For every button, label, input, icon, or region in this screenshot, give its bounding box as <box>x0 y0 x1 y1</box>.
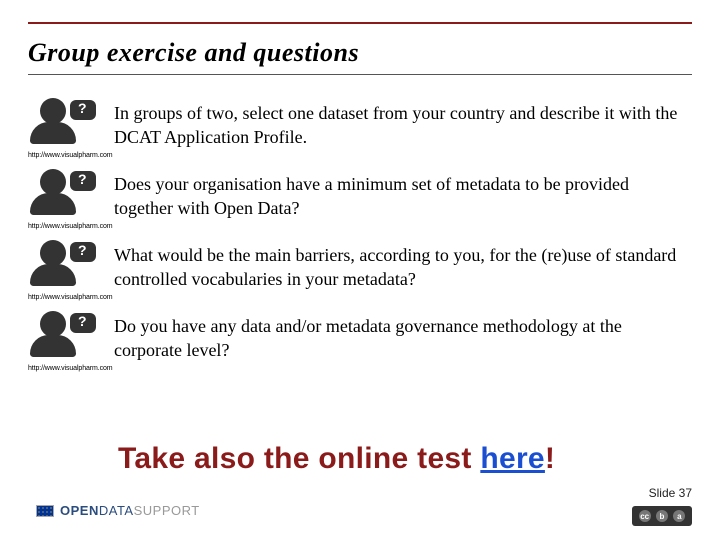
cta-line: Take also the online test here! <box>118 442 692 476</box>
icon-col: ? http://www.visualpharm.com <box>28 238 114 303</box>
cta-suffix: ! <box>545 442 555 475</box>
cc-by-icon: b <box>656 510 668 522</box>
question-text: In groups of two, select one dataset fro… <box>114 96 692 150</box>
cta-link[interactable]: here <box>480 442 545 475</box>
logo-support: SUPPORT <box>134 503 200 518</box>
footer-logo-text: OPENDATASUPPORT <box>60 503 200 518</box>
list-item: ? http://www.visualpharm.com What would … <box>28 238 692 303</box>
speaking-head-icon: ? <box>28 167 98 221</box>
question-text: What would be the main barriers, accordi… <box>114 238 692 292</box>
cc-icon: cc <box>639 510 651 522</box>
image-attribution: http://www.visualpharm.com <box>28 294 114 301</box>
question-list: ? http://www.visualpharm.com In groups o… <box>28 96 692 380</box>
speaking-head-icon: ? <box>28 309 98 363</box>
icon-col: ? http://www.visualpharm.com <box>28 309 114 374</box>
top-rule <box>28 22 692 38</box>
list-item: ? http://www.visualpharm.com In groups o… <box>28 96 692 161</box>
logo-open: OPEN <box>60 503 99 518</box>
image-attribution: http://www.visualpharm.com <box>28 152 114 159</box>
question-text: Does your organisation have a minimum se… <box>114 167 692 221</box>
speaking-head-icon: ? <box>28 96 98 150</box>
list-item: ? http://www.visualpharm.com Does your o… <box>28 167 692 232</box>
image-attribution: http://www.visualpharm.com <box>28 365 114 372</box>
footer-logo: OPENDATASUPPORT <box>36 503 200 518</box>
image-attribution: http://www.visualpharm.com <box>28 223 114 230</box>
cta-prefix: Take also the online test <box>118 442 480 475</box>
page-title: Group exercise and questions <box>28 38 692 68</box>
cc-sa-icon: a <box>673 510 685 522</box>
slide: Group exercise and questions ? http://ww… <box>0 0 720 540</box>
list-item: ? http://www.visualpharm.com Do you have… <box>28 309 692 374</box>
logo-data: DATA <box>99 503 134 518</box>
question-text: Do you have any data and/or metadata gov… <box>114 309 692 363</box>
cc-license-badge: cc b a <box>632 506 692 526</box>
title-wrap: Group exercise and questions <box>28 38 692 75</box>
slide-number: Slide 37 <box>649 486 692 500</box>
icon-col: ? http://www.visualpharm.com <box>28 167 114 232</box>
speaking-head-icon: ? <box>28 238 98 292</box>
icon-col: ? http://www.visualpharm.com <box>28 96 114 161</box>
eu-flag-icon <box>36 505 54 517</box>
